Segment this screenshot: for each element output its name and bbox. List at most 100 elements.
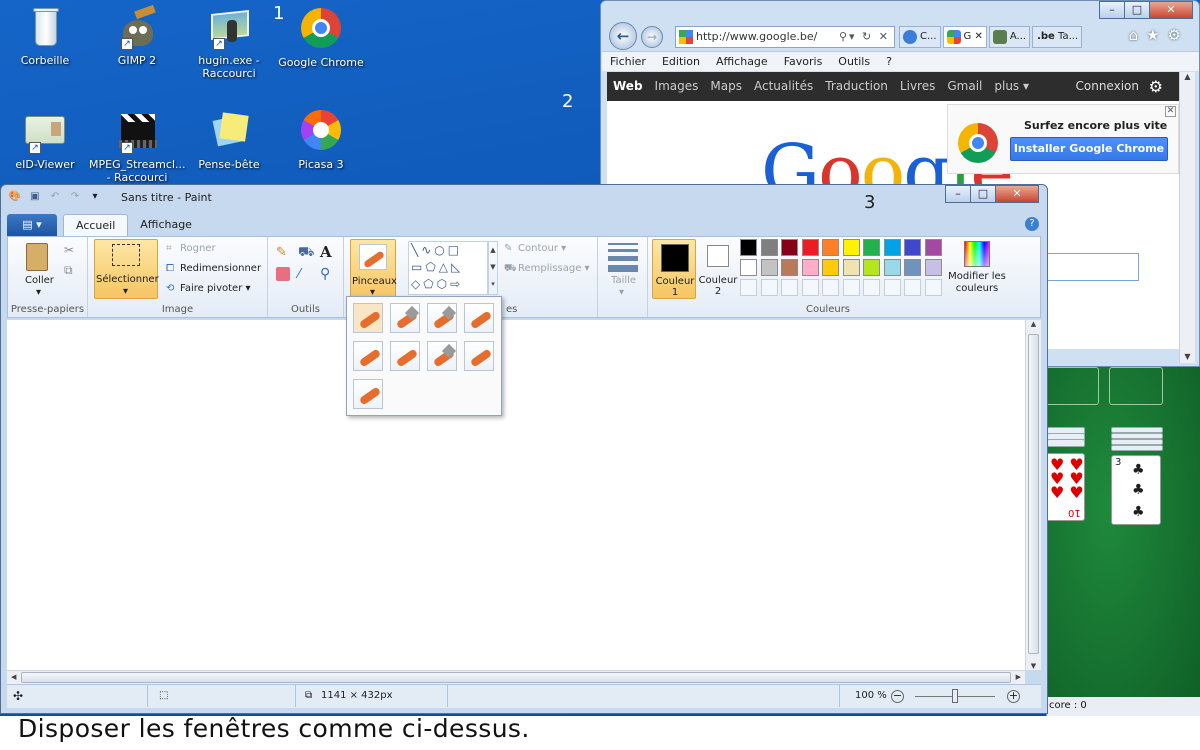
shapes-gallery-scroll[interactable]: ▲ ▼ ▾: [488, 241, 498, 295]
brush-style-option[interactable]: [390, 303, 420, 333]
color-swatch[interactable]: [883, 239, 901, 256]
desktop-icon-recycle-bin[interactable]: Corbeille: [0, 6, 93, 67]
desktop-icon-chrome[interactable]: Google Chrome: [273, 8, 369, 69]
custom-color-swatch[interactable]: [842, 279, 860, 296]
close-button[interactable]: ✕: [1149, 1, 1193, 19]
ie-tab[interactable]: .be Ta...: [1032, 26, 1083, 48]
color-swatch[interactable]: [822, 259, 839, 276]
color-swatch[interactable]: [740, 259, 757, 276]
undo-icon[interactable]: ↶: [47, 189, 63, 205]
foundation-slot[interactable]: [1047, 367, 1099, 405]
brush-style-option[interactable]: [464, 341, 494, 371]
color-swatch[interactable]: [842, 239, 860, 256]
color-swatch[interactable]: [863, 259, 880, 276]
zoom-in-button[interactable]: +: [1007, 690, 1020, 703]
menu-fichier[interactable]: Fichier: [602, 52, 654, 71]
gbar-news[interactable]: Actualités: [748, 72, 819, 101]
color-swatch[interactable]: [781, 239, 798, 256]
gbar-web[interactable]: Web: [607, 72, 649, 101]
color-swatch[interactable]: [760, 239, 778, 256]
drawing-canvas[interactable]: [7, 320, 1041, 670]
color-swatch[interactable]: [924, 259, 942, 276]
desktop-icon-hugin[interactable]: ↗ hugin.exe - Raccourci: [181, 6, 277, 80]
custom-color-swatch[interactable]: [781, 279, 798, 296]
solitaire-window[interactable]: ♥ ♥ ♥ ♥ ♥ ♥ 10 3 ♣ ♣ ♣ core : 0: [1046, 367, 1200, 716]
select-button[interactable]: Sélectionner ▾: [94, 239, 159, 299]
desktop-icon-mpeg-streamclip[interactable]: ↗ MPEG_Streamcl... - Raccourci: [89, 110, 186, 184]
save-icon[interactable]: ▣: [27, 189, 43, 205]
file-menu-button[interactable]: ▤ ▾: [7, 214, 57, 236]
color1-button[interactable]: Couleur 1: [652, 239, 696, 299]
maximize-button[interactable]: □: [970, 185, 996, 203]
custom-color-swatch[interactable]: [924, 279, 942, 296]
brushes-button[interactable]: Pinceaux ▾: [350, 239, 397, 299]
customize-qat-icon[interactable]: ▾: [87, 189, 103, 205]
tab-home[interactable]: Accueil: [63, 214, 129, 236]
desktop-icon-eid-viewer[interactable]: ↗ eID-Viewer: [0, 110, 93, 171]
custom-color-swatch[interactable]: [760, 279, 778, 296]
gbar-translate[interactable]: Traduction: [819, 72, 894, 101]
color-swatch[interactable]: [822, 239, 839, 256]
pencil-icon[interactable]: ✎: [276, 245, 290, 260]
color-swatch[interactable]: [801, 259, 819, 276]
canvas-horizontal-scrollbar[interactable]: ◀ ▶: [7, 670, 1025, 684]
redo-icon[interactable]: ↷: [67, 189, 83, 205]
copy-icon[interactable]: ⧉: [64, 263, 73, 278]
paste-button[interactable]: Coller ▾: [18, 243, 62, 298]
minimize-button[interactable]: –: [1099, 1, 1125, 19]
scrollbar-thumb[interactable]: [1028, 334, 1039, 654]
gbar-images[interactable]: Images: [649, 72, 705, 101]
close-button[interactable]: ✕: [995, 185, 1039, 203]
menu-affichage[interactable]: Affichage: [708, 52, 776, 71]
menu-favoris[interactable]: Favoris: [776, 52, 831, 71]
shapes-gallery[interactable]: ╲∿○□ ▭⬠△◺ ◇⬠⬡⇨: [408, 241, 488, 295]
gbar-books[interactable]: Livres: [894, 72, 941, 101]
ie-tab[interactable]: A...: [988, 26, 1031, 48]
custom-color-swatch[interactable]: [801, 279, 819, 296]
install-chrome-button[interactable]: Installer Google Chrome: [1010, 137, 1168, 161]
color-swatch[interactable]: [781, 259, 798, 276]
color-swatch[interactable]: [924, 239, 942, 256]
desktop-icon-gimp[interactable]: ↗ GIMP 2: [89, 4, 185, 67]
foundation-slot[interactable]: [1109, 367, 1163, 405]
scrollbar-thumb[interactable]: [21, 672, 1011, 683]
menu-help[interactable]: ?: [878, 52, 900, 71]
menu-outils[interactable]: Outils: [830, 52, 878, 71]
gear-icon[interactable]: ⚙: [1143, 72, 1169, 101]
playing-card-hearts[interactable]: ♥ ♥ ♥ ♥ ♥ ♥ 10: [1047, 453, 1085, 521]
cut-icon[interactable]: ✂: [64, 243, 74, 257]
brush-style-option[interactable]: [353, 303, 383, 333]
color-swatch[interactable]: [904, 259, 921, 276]
paint-app-icon[interactable]: 🎨: [7, 189, 23, 205]
custom-color-swatch[interactable]: [883, 279, 901, 296]
custom-color-swatch[interactable]: [740, 279, 757, 296]
login-link[interactable]: Connexion: [1070, 72, 1146, 101]
color-swatch[interactable]: [801, 239, 819, 256]
desktop-icon-sticky-notes[interactable]: Pense-bête: [181, 110, 277, 171]
paint-window[interactable]: 🎨 ▣ ↶ ↷ ▾ Sans titre - Paint – □ ✕ ▤ ▾ A…: [0, 184, 1048, 714]
size-icon[interactable]: [608, 243, 638, 272]
color-swatch[interactable]: [883, 259, 901, 276]
tab-view[interactable]: Affichage: [128, 214, 204, 236]
zoom-slider-thumb[interactable]: [952, 689, 958, 703]
brush-style-option[interactable]: [390, 341, 420, 371]
desktop-icon-picasa[interactable]: Picasa 3: [273, 110, 369, 171]
color-swatch[interactable]: [842, 259, 860, 276]
gbar-maps[interactable]: Maps: [704, 72, 748, 101]
edit-colors-button[interactable]: Modifier les couleurs: [948, 241, 1008, 301]
color2-button[interactable]: Couleur 2: [698, 239, 738, 299]
gbar-gmail[interactable]: Gmail: [941, 72, 988, 101]
brush-style-option[interactable]: [353, 341, 383, 371]
brush-style-option[interactable]: [427, 303, 457, 333]
color-swatch[interactable]: [904, 239, 921, 256]
menu-edition[interactable]: Edition: [654, 52, 708, 71]
gbar-more[interactable]: plus ▾: [988, 72, 1035, 101]
search-refresh-stop-icons[interactable]: ⚲▾ ↻ ✕: [839, 27, 890, 47]
color-swatch[interactable]: [863, 239, 880, 256]
ie-vertical-scrollbar[interactable]: ▲ ▼: [1179, 72, 1195, 363]
back-button[interactable]: ←: [609, 22, 637, 50]
playing-card-clubs[interactable]: 3 ♣ ♣ ♣: [1111, 455, 1161, 525]
color-swatch[interactable]: [740, 239, 757, 256]
search-input[interactable]: [1047, 253, 1139, 281]
forward-button[interactable]: →: [641, 26, 663, 48]
